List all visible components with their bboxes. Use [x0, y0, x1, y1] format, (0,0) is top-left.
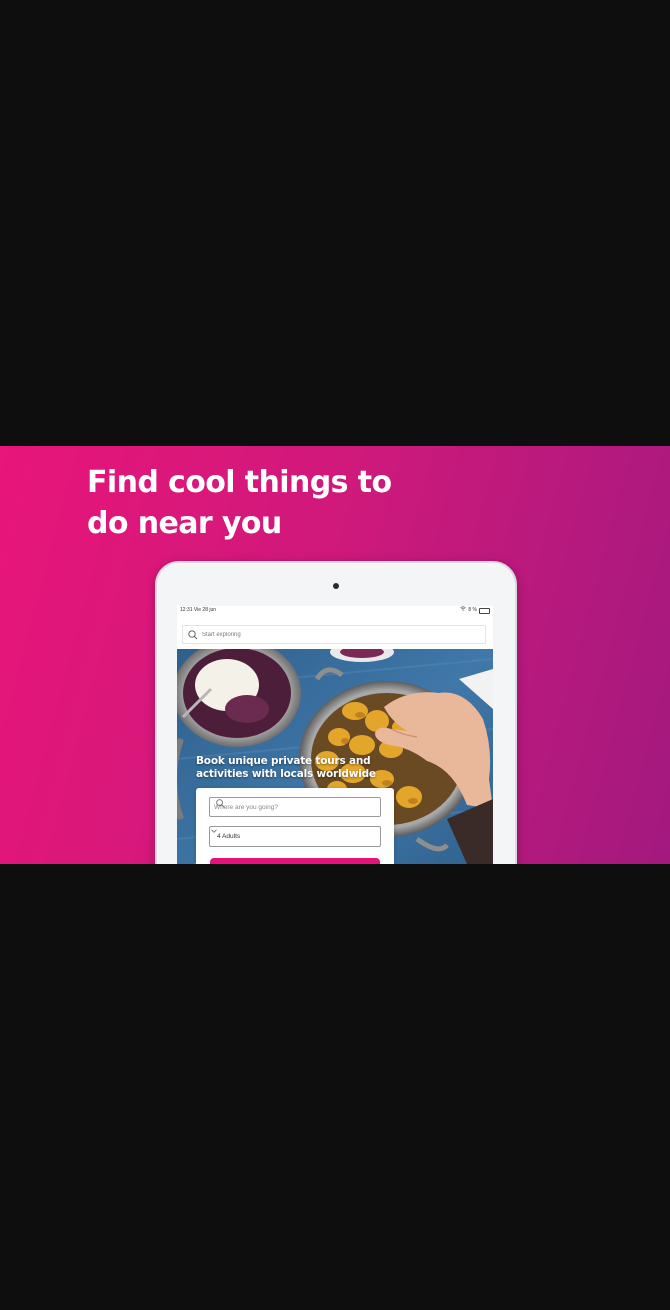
- hero-tagline-line-2: activities with locals worldwide: [196, 768, 376, 780]
- destination-field[interactable]: [209, 797, 381, 817]
- headline-line-1: Find cool things to: [87, 465, 392, 500]
- hero-tagline-line-1: Book unique private tours and: [196, 755, 371, 767]
- status-bar: 12:31 Vie 28 jun 8 %: [177, 606, 493, 615]
- screenshot-viewer: Find cool things to do near you 12:31 Vi…: [0, 0, 670, 1310]
- tablet-screen: 12:31 Vie 28 jun 8 % Start exploring Boo…: [177, 606, 493, 864]
- tablet-mockup: 12:31 Vie 28 jun 8 % Start exploring Boo…: [155, 561, 517, 864]
- status-indicators: 8 %: [460, 606, 490, 615]
- headline-line-2: do near you: [87, 506, 282, 541]
- explore-search-input[interactable]: [202, 631, 462, 638]
- search-button[interactable]: [210, 858, 380, 864]
- hero-tagline: Book unique private tours and activities…: [196, 755, 416, 781]
- promo-headline: Find cool things to do near you: [87, 462, 507, 544]
- tablet-camera: [333, 583, 339, 589]
- search-icon: [216, 799, 225, 808]
- explore-search-bar[interactable]: [182, 625, 486, 644]
- booking-card: 4 Adults: [196, 788, 394, 864]
- battery-icon: [479, 607, 490, 614]
- guests-value: 4 Adults: [217, 833, 241, 840]
- wifi-icon: [460, 606, 467, 615]
- chevron-down-icon: [211, 829, 217, 833]
- battery-percent: 8 %: [468, 607, 477, 613]
- destination-input[interactable]: [214, 803, 354, 811]
- guests-select[interactable]: 4 Adults: [209, 826, 381, 847]
- hero-image: Book unique private tours and activities…: [177, 649, 493, 864]
- promo-banner: Find cool things to do near you 12:31 Vi…: [0, 446, 670, 864]
- search-icon: [188, 629, 198, 639]
- status-time-date: 12:31 Vie 28 jun: [180, 607, 217, 613]
